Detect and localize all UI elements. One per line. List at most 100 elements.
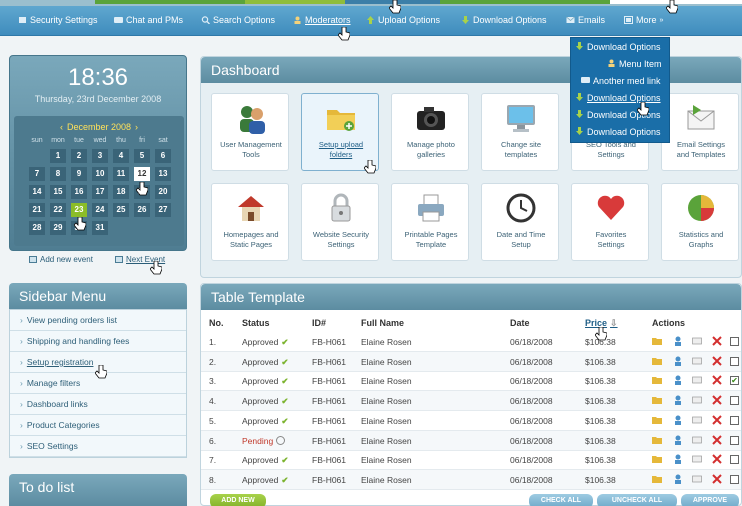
row-checkbox[interactable]: [730, 396, 739, 406]
calendar-day[interactable]: 13: [155, 167, 171, 181]
dashboard-tile[interactable]: Favorites Settings: [571, 183, 649, 261]
calendar-day[interactable]: 7: [29, 167, 45, 181]
calendar-day[interactable]: 23: [71, 203, 87, 217]
mail-icon[interactable]: [692, 435, 702, 445]
calendar-day[interactable]: 14: [29, 185, 45, 199]
calendar-day[interactable]: 20: [155, 185, 171, 199]
delete-icon[interactable]: [712, 434, 722, 445]
check-all-button[interactable]: CHECK ALL: [529, 494, 593, 506]
delete-icon[interactable]: [712, 415, 722, 425]
dropdown-item[interactable]: Another med link: [581, 76, 661, 86]
nav-moderators[interactable]: Moderators: [293, 15, 351, 25]
col-header-date[interactable]: Date: [510, 318, 530, 328]
user-icon[interactable]: [673, 375, 683, 386]
dashboard-tile[interactable]: Printable Pages Template: [391, 183, 469, 261]
folder-icon[interactable]: [652, 375, 662, 385]
next-month-button[interactable]: ›: [135, 122, 138, 132]
calendar-day[interactable]: 18: [113, 185, 129, 199]
delete-icon[interactable]: [712, 454, 722, 464]
calendar-day[interactable]: 11: [113, 167, 129, 181]
folder-icon[interactable]: [652, 435, 662, 445]
nav-more[interactable]: More »: [624, 15, 663, 25]
nav-security-settings[interactable]: Security Settings: [18, 15, 98, 25]
mail-icon[interactable]: [692, 356, 702, 366]
calendar-day[interactable]: 12: [134, 167, 150, 181]
user-icon[interactable]: [673, 415, 683, 425]
mail-icon[interactable]: [692, 395, 702, 405]
dashboard-tile[interactable]: Change site templates: [481, 93, 559, 171]
calendar-day[interactable]: 1: [50, 149, 66, 163]
dashboard-tile[interactable]: Homepages and Static Pages: [211, 183, 289, 261]
col-header-id[interactable]: ID#: [312, 318, 326, 328]
dashboard-tile[interactable]: Manage photo galleries: [391, 93, 469, 171]
col-header-status[interactable]: Status: [242, 318, 270, 328]
delete-icon[interactable]: [712, 336, 722, 346]
nav-emails[interactable]: Emails: [566, 15, 605, 25]
calendar-day[interactable]: 21: [29, 203, 45, 217]
dashboard-tile[interactable]: User Management Tools: [211, 93, 289, 171]
calendar-day[interactable]: 5: [134, 149, 150, 163]
row-checkbox[interactable]: [730, 337, 739, 346]
calendar-day[interactable]: 6: [155, 149, 171, 163]
add-new-button[interactable]: ADD NEW: [210, 494, 266, 506]
mail-icon[interactable]: [692, 474, 702, 484]
mail-icon[interactable]: [692, 415, 702, 425]
sidebar-item-seo-settings[interactable]: › SEO Settings: [10, 436, 186, 457]
uncheck-all-button[interactable]: UNCHECK ALL: [597, 494, 677, 506]
user-icon[interactable]: [673, 395, 683, 406]
calendar-day[interactable]: 26: [134, 203, 150, 217]
user-icon[interactable]: [673, 356, 683, 366]
calendar-day[interactable]: 25: [113, 203, 129, 217]
delete-icon[interactable]: [712, 355, 722, 366]
dropdown-item[interactable]: Download Options: [575, 42, 661, 52]
folder-icon[interactable]: [652, 395, 662, 405]
prev-month-button[interactable]: ‹: [60, 122, 63, 132]
delete-icon[interactable]: [712, 395, 722, 405]
delete-icon[interactable]: [712, 375, 722, 386]
calendar-day[interactable]: 31: [92, 221, 108, 235]
calendar-day[interactable]: 16: [71, 185, 87, 199]
calendar-day[interactable]: 22: [50, 203, 66, 217]
folder-icon[interactable]: [652, 356, 662, 366]
calendar-day[interactable]: 10: [92, 167, 108, 181]
nav-upload-options[interactable]: Upload Options: [366, 15, 440, 25]
row-checkbox[interactable]: [730, 356, 739, 366]
mail-icon[interactable]: [692, 454, 702, 464]
sidebar-item-product-categories[interactable]: › Product Categories: [10, 415, 186, 436]
delete-icon[interactable]: [712, 474, 722, 484]
folder-icon[interactable]: [652, 415, 662, 425]
col-header-name[interactable]: Full Name: [361, 318, 404, 328]
sidebar-item-pending-orders[interactable]: › View pending orders list: [10, 310, 186, 331]
row-checkbox[interactable]: [730, 474, 739, 484]
calendar-day[interactable]: 4: [113, 149, 129, 163]
calendar-day[interactable]: 9: [71, 167, 87, 181]
approve-button[interactable]: APPROVE: [681, 494, 739, 506]
nav-chat-pms[interactable]: Chat and PMs: [114, 15, 183, 25]
calendar-day[interactable]: 28: [29, 221, 45, 235]
folder-icon[interactable]: [652, 454, 662, 464]
calendar-day[interactable]: 17: [92, 185, 108, 199]
nav-search-options[interactable]: Search Options: [201, 15, 275, 25]
user-icon[interactable]: [673, 474, 683, 484]
user-icon[interactable]: [673, 454, 683, 465]
calendar-day[interactable]: 15: [50, 185, 66, 199]
user-icon[interactable]: [673, 435, 683, 445]
add-event-link[interactable]: Add new event: [29, 255, 93, 264]
mail-icon[interactable]: [692, 336, 702, 346]
sidebar-item-shipping[interactable]: › Shipping and handling fees: [10, 331, 186, 352]
dropdown-item[interactable]: Menu Item: [607, 59, 662, 69]
user-icon[interactable]: [673, 336, 683, 346]
calendar-day[interactable]: 27: [155, 203, 171, 217]
folder-icon[interactable]: [652, 474, 662, 484]
dashboard-tile[interactable]: Statistics and Graphs: [661, 183, 739, 261]
calendar-day[interactable]: 8: [50, 167, 66, 181]
row-checkbox[interactable]: ✔: [730, 376, 739, 386]
calendar-day[interactable]: 29: [50, 221, 66, 235]
row-checkbox[interactable]: [730, 435, 739, 445]
nav-download-options[interactable]: Download Options: [461, 15, 547, 25]
dashboard-tile[interactable]: Date and Time Setup: [481, 183, 559, 261]
calendar-day[interactable]: 2: [71, 149, 87, 163]
calendar-day[interactable]: 3: [92, 149, 108, 163]
row-checkbox[interactable]: [730, 455, 739, 465]
folder-icon[interactable]: [652, 336, 662, 346]
